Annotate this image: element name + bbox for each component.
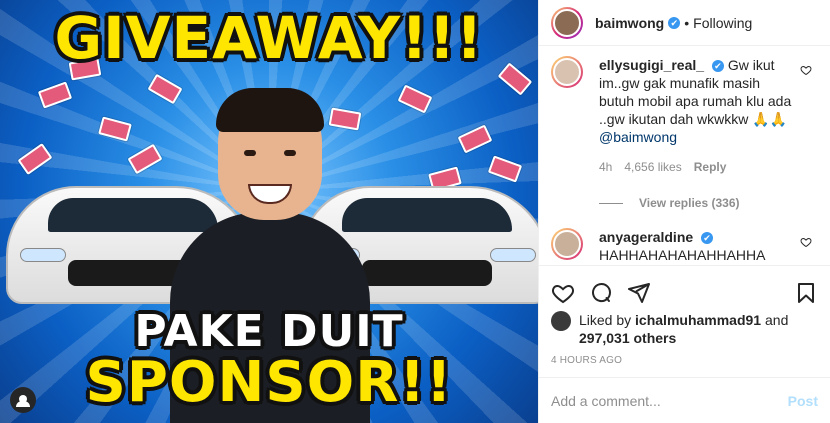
post-side-panel: baimwong ✔ • Following ellysugigi_real_ …: [538, 0, 830, 423]
heart-icon[interactable]: [551, 281, 575, 305]
following-button[interactable]: Following: [693, 15, 752, 31]
headline-sponsor: SPONSOR!!: [85, 350, 453, 415]
author-avatar[interactable]: [551, 6, 583, 39]
car-headlight: [20, 248, 66, 262]
likes-others-count[interactable]: 297,031 others: [579, 330, 676, 346]
likes-text: Liked by ichalmuhammad91 and 297,031 oth…: [579, 311, 788, 347]
comment-text: HAHHAHAHAHAHHAHHA: [599, 247, 766, 263]
view-replies-button[interactable]: View replies (336): [599, 196, 818, 210]
view-replies-label: View replies (336): [639, 196, 740, 210]
car-grill: [362, 260, 492, 286]
post-timestamp[interactable]: 4 HOURS AGO: [539, 347, 830, 377]
heart-icon[interactable]: [800, 236, 812, 248]
commenter-username[interactable]: anyageraldine: [599, 229, 693, 245]
likes-summary: Liked by ichalmuhammad91 and 297,031 oth…: [539, 311, 830, 347]
avatar-image: [553, 230, 581, 258]
verified-badge-icon: ✔: [701, 232, 714, 245]
likes-and: and: [761, 312, 789, 328]
headline-giveaway: GIVEAWAY!!!: [54, 4, 484, 72]
verified-badge-icon: ✔: [711, 60, 724, 73]
comment-body: anyageraldine ✔ HAHHAHAHAHAHHAHHA: [599, 228, 795, 264]
avatar-image: [553, 58, 581, 86]
comment-body: ellysugigi_real_ ✔ Gw ikut im..gw gak mu…: [599, 56, 795, 176]
likes-prefix: Liked by: [579, 312, 636, 328]
comment-input[interactable]: [551, 392, 788, 409]
liker-username[interactable]: ichalmuhammad91: [635, 312, 761, 328]
hair: [216, 88, 324, 132]
replies-line: [599, 202, 623, 204]
verified-badge-icon: ✔: [668, 16, 681, 29]
commenter-username[interactable]: ellysugigi_real_: [599, 57, 704, 73]
liker-avatar[interactable]: [551, 311, 571, 331]
comment-item: ellysugigi_real_ ✔ Gw ikut im..gw gak mu…: [551, 56, 818, 176]
comment-item: anyageraldine ✔ HAHHAHAHAHAHHAHHA: [551, 228, 818, 264]
post-image[interactable]: GIVEAWAY!!! PAKE DUIT SPONSOR!!: [0, 0, 538, 423]
header-separator: •: [684, 14, 690, 31]
comment-likes[interactable]: 4,656 likes: [624, 158, 681, 176]
reply-button[interactable]: Reply: [694, 158, 727, 176]
comment-icon[interactable]: [589, 281, 613, 305]
post-button[interactable]: Post: [788, 393, 818, 409]
comments-list[interactable]: ellysugigi_real_ ✔ Gw ikut im..gw gak mu…: [539, 46, 830, 265]
commenter-avatar[interactable]: [551, 56, 583, 88]
post-header: baimwong ✔ • Following: [539, 0, 830, 46]
comment-time[interactable]: 4h: [599, 158, 612, 176]
heart-icon[interactable]: [800, 64, 812, 76]
share-icon[interactable]: [627, 281, 651, 305]
avatar-image: [553, 8, 581, 37]
eye: [244, 150, 256, 156]
instagram-post-view: GIVEAWAY!!! PAKE DUIT SPONSOR!! baimwong…: [0, 0, 830, 423]
action-bar: [539, 265, 830, 311]
comment-meta: 4h 4,656 likes Reply: [599, 158, 795, 176]
user-tag-button[interactable]: [10, 387, 36, 413]
user-tag-icon-base: [16, 401, 30, 407]
bookmark-icon[interactable]: [794, 281, 818, 305]
add-comment-bar: Post: [539, 377, 830, 423]
mention-link[interactable]: @baimwong: [599, 129, 677, 145]
eye: [284, 150, 296, 156]
author-username[interactable]: baimwong: [595, 15, 664, 31]
car-headlight: [490, 248, 536, 262]
commenter-avatar[interactable]: [551, 228, 583, 260]
